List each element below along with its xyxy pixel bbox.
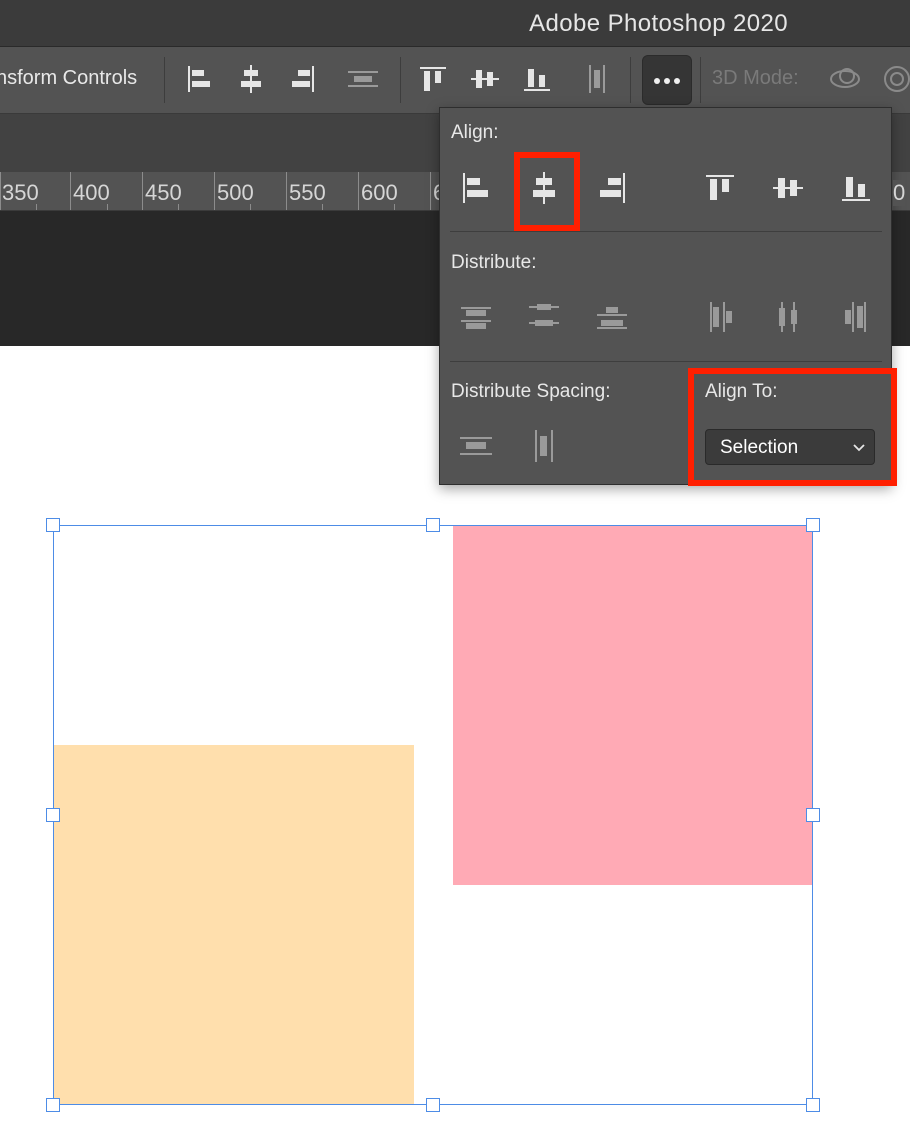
ruler-label: 400 bbox=[73, 180, 110, 205]
align-bottom-edges-icon[interactable] bbox=[518, 62, 556, 96]
align-right-edges-icon[interactable] bbox=[284, 62, 322, 96]
section-divider bbox=[450, 231, 882, 232]
transform-handle-bottom-left[interactable] bbox=[46, 1098, 60, 1112]
toolbar-separator bbox=[164, 57, 165, 103]
distribute-bottom-edges-icon[interactable] bbox=[589, 294, 635, 340]
selection-bounding-box[interactable] bbox=[53, 525, 813, 1105]
distribute-horizontal-spacing-icon[interactable] bbox=[578, 62, 616, 96]
distribute-vertical-centers-icon[interactable] bbox=[521, 294, 567, 340]
distribute-horizontal-centers-icon[interactable] bbox=[765, 294, 811, 340]
distribute-vertical-spacing-icon[interactable] bbox=[344, 62, 382, 96]
transform-handle-middle-left[interactable] bbox=[46, 808, 60, 822]
distribute-section-label: Distribute: bbox=[451, 252, 537, 273]
ruler-label: 550 bbox=[289, 180, 326, 205]
orbit-3d-icon[interactable] bbox=[826, 62, 864, 96]
align-top-edges-icon[interactable] bbox=[697, 165, 743, 211]
align-horizontal-centers-icon[interactable] bbox=[521, 165, 567, 211]
align-left-edges-icon[interactable] bbox=[180, 62, 218, 96]
align-to-select[interactable]: Selection bbox=[705, 429, 875, 465]
more-options-button[interactable] bbox=[642, 55, 692, 105]
distribute-vertical-spacing-icon[interactable] bbox=[453, 423, 499, 469]
distribute-left-edges-icon[interactable] bbox=[697, 294, 743, 340]
toolbar-separator bbox=[700, 57, 701, 103]
rotate-3d-icon[interactable] bbox=[878, 62, 910, 96]
align-top-edges-icon[interactable] bbox=[414, 62, 452, 96]
ruler-label: 450 bbox=[145, 180, 182, 205]
ruler-label: 0 bbox=[893, 180, 906, 206]
align-right-edges-icon[interactable] bbox=[589, 165, 635, 211]
app-title: Adobe Photoshop 2020 bbox=[529, 10, 788, 37]
align-vertical-centers-icon[interactable] bbox=[765, 165, 811, 211]
more-options-icon bbox=[654, 78, 660, 84]
3d-mode-label: 3D Mode: bbox=[712, 67, 799, 89]
options-bar: nsform Controls 3D Mode: bbox=[0, 47, 910, 114]
ruler-label: 600 bbox=[361, 180, 398, 205]
transform-handle-middle-right[interactable] bbox=[806, 808, 820, 822]
align-vertical-centers-icon[interactable] bbox=[466, 62, 504, 96]
align-horizontal-centers-icon[interactable] bbox=[232, 62, 270, 96]
align-to-label: Align To: bbox=[705, 381, 778, 402]
distribute-spacing-section-label: Distribute Spacing: bbox=[451, 381, 611, 402]
distribute-right-edges-icon[interactable] bbox=[833, 294, 879, 340]
show-transform-controls-label[interactable]: nsform Controls bbox=[0, 67, 137, 90]
align-to-selected-value: Selection bbox=[720, 437, 799, 458]
toolbar-separator bbox=[400, 57, 401, 103]
align-left-edges-icon[interactable] bbox=[453, 165, 499, 211]
align-section-label: Align: bbox=[451, 122, 499, 143]
transform-handle-bottom-right[interactable] bbox=[806, 1098, 820, 1112]
transform-handle-bottom-center[interactable] bbox=[426, 1098, 440, 1112]
align-bottom-edges-icon[interactable] bbox=[833, 165, 879, 211]
toolbar-separator bbox=[630, 57, 631, 103]
distribute-top-edges-icon[interactable] bbox=[453, 294, 499, 340]
transform-handle-top-left[interactable] bbox=[46, 518, 60, 532]
title-bar: Adobe Photoshop 2020 bbox=[0, 0, 910, 47]
transform-handle-top-right[interactable] bbox=[806, 518, 820, 532]
ruler-label: 500 bbox=[217, 180, 254, 205]
section-divider bbox=[450, 361, 882, 362]
align-distribute-popover: Align: Distribute: Distribute Spacing: A… bbox=[439, 107, 897, 486]
transform-handle-top-center[interactable] bbox=[426, 518, 440, 532]
chevron-down-icon bbox=[852, 440, 866, 454]
distribute-horizontal-spacing-icon[interactable] bbox=[521, 423, 567, 469]
ruler-label: 350 bbox=[2, 180, 39, 205]
